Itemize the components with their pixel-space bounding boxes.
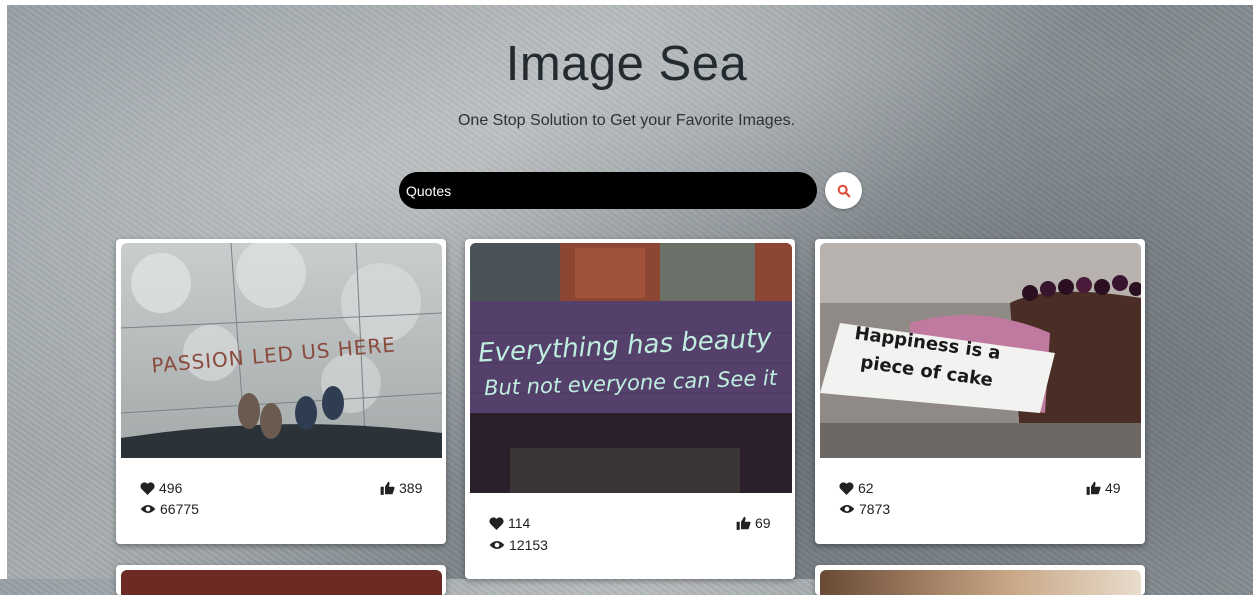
page-edge-top: [0, 0, 1253, 5]
like-count-value: 496: [159, 480, 183, 496]
card-image[interactable]: PASSION LED US HERE: [121, 243, 442, 458]
like-count: 114: [489, 515, 530, 531]
thumbs-count: 69: [736, 515, 771, 531]
like-count-value: 114: [508, 515, 531, 531]
card-image[interactable]: [820, 570, 1141, 595]
thumbs-count-value: 49: [1105, 480, 1121, 496]
like-count-value: 62: [858, 480, 874, 496]
image-card[interactable]: Everything has beauty But not everyone c…: [465, 239, 795, 579]
page-title: Image Sea: [505, 37, 748, 91]
eye-icon: [489, 541, 505, 549]
view-count: 7873: [839, 501, 890, 517]
image-card[interactable]: PASSION LED US HERE 496 389 66775: [116, 239, 446, 544]
view-count-value: 7873: [859, 501, 891, 517]
card-image[interactable]: Everything has beauty But not everyone c…: [470, 243, 792, 493]
thumbs-count: 49: [1086, 480, 1121, 496]
thumbs-up-icon: [736, 516, 751, 530]
page-subtitle: One Stop Solution to Get your Favorite I…: [457, 112, 796, 129]
thumbs-count: 389: [380, 480, 422, 496]
like-count: 496: [140, 480, 182, 496]
search-button[interactable]: [825, 172, 862, 209]
image-card[interactable]: Happiness is a piece of cake 62 49 7873: [815, 239, 1145, 544]
view-count: 66775: [140, 501, 199, 517]
view-count: 12153: [489, 537, 548, 553]
search-icon: [837, 184, 850, 197]
like-count: 62: [839, 480, 874, 496]
thumbs-up-icon: [380, 481, 395, 495]
eye-icon: [839, 505, 855, 513]
heart-icon: [839, 481, 854, 495]
card-image[interactable]: Happiness is a piece of cake: [820, 243, 1141, 458]
eye-icon: [140, 505, 156, 513]
thumbs-count-value: 69: [755, 515, 771, 531]
image-card[interactable]: [815, 565, 1145, 595]
thumbs-count-value: 389: [399, 480, 423, 496]
view-count-value: 66775: [160, 501, 199, 517]
thumbs-up-icon: [1086, 481, 1101, 495]
heart-icon: [489, 516, 504, 530]
image-card[interactable]: [116, 565, 446, 595]
card-image[interactable]: [121, 570, 442, 595]
heart-icon: [140, 481, 155, 495]
search-input[interactable]: [399, 172, 817, 209]
view-count-value: 12153: [509, 537, 548, 553]
